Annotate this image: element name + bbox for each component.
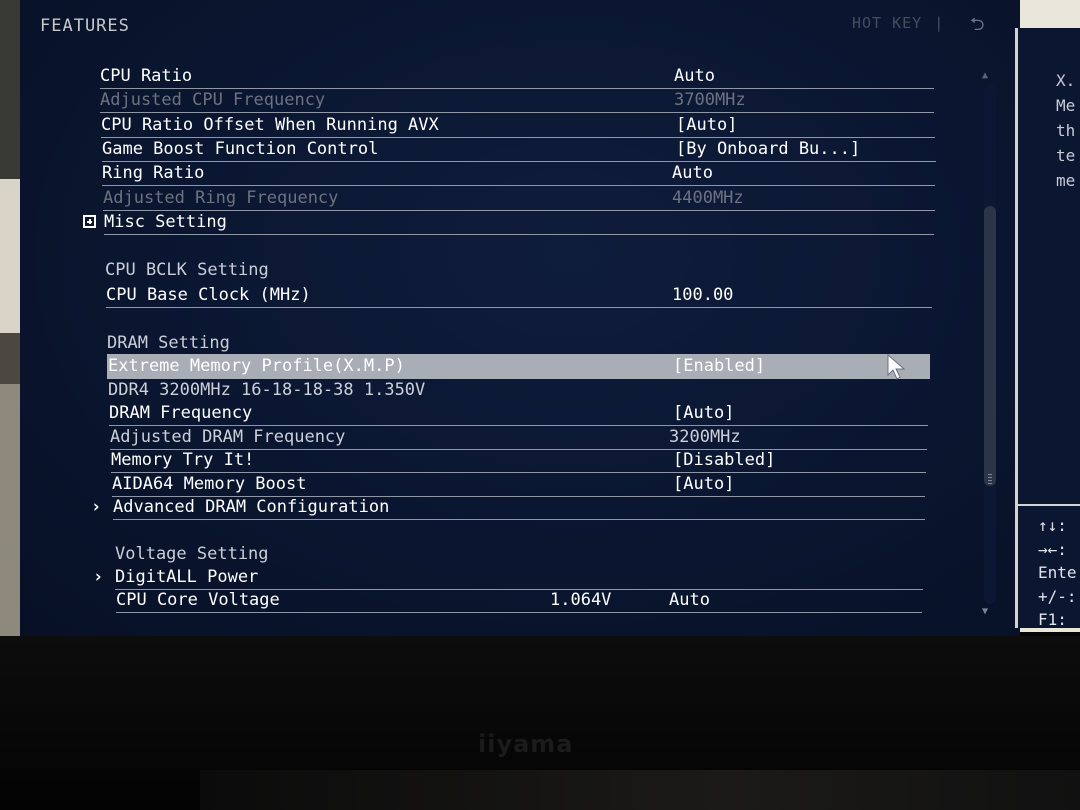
help-line: te <box>1056 146 1076 165</box>
setting-label: Ring Ratio <box>102 163 205 183</box>
setting-adjusted-dram-frequency: Adjusted DRAM Frequency 3200MHz <box>110 425 927 450</box>
undo-arrow-icon[interactable]: ⮌ <box>970 12 984 42</box>
help-line: th <box>1056 121 1076 140</box>
setting-label: CPU Core Voltage <box>116 590 280 610</box>
setting-value: [Auto] <box>673 403 735 423</box>
help-line: Me <box>1056 96 1076 115</box>
setting-cpu-ratio[interactable]: CPU Ratio Auto <box>100 64 934 89</box>
setting-adjusted-ring-frequency: Adjusted Ring Frequency 4400MHz <box>103 186 935 211</box>
setting-xmp-selected[interactable]: Extreme Memory Profile(X.M.P) [Enabled] <box>107 354 930 379</box>
section-heading-voltage: Voltage Setting <box>115 544 269 564</box>
setting-cpu-ratio-offset-avx[interactable]: CPU Ratio Offset When Running AVX [Auto] <box>101 113 935 138</box>
hotkey-button[interactable]: HOT KEY | <box>852 14 956 32</box>
setting-aida64-memory-boost[interactable]: AIDA64 Memory Boost [Auto] <box>112 472 925 497</box>
setting-label: Memory Try It! <box>111 450 255 470</box>
chevron-right-icon: › <box>93 567 104 587</box>
setting-cpu-core-voltage[interactable]: CPU Core Voltage 1.064V Auto <box>116 588 922 613</box>
key-legend-item: F1: <box>1038 610 1067 629</box>
xmp-profile-info: DDR4 3200MHz 16-18-18-38 1.350V <box>108 378 928 402</box>
setting-label: CPU Ratio Offset When Running AVX <box>101 115 439 135</box>
setting-label: Adjusted DRAM Frequency <box>110 427 346 447</box>
setting-cpu-base-clock[interactable]: CPU Base Clock (MHz) 100.00 <box>106 283 932 308</box>
setting-dram-frequency[interactable]: DRAM Frequency [Auto] <box>109 401 928 426</box>
expand-plus-icon <box>83 215 96 228</box>
setting-ring-ratio[interactable]: Ring Ratio Auto <box>102 161 935 186</box>
info-text: DDR4 3200MHz 16-18-18-38 1.350V <box>108 380 426 400</box>
section-heading-dram: DRAM Setting <box>107 333 230 353</box>
setting-value: [Auto] <box>676 115 738 135</box>
setting-label: Adjusted Ring Frequency <box>103 188 339 208</box>
key-legend-item: Ente <box>1038 563 1077 582</box>
section-heading-bclk: CPU BCLK Setting <box>105 260 269 280</box>
setting-value: 100.00 <box>672 285 734 305</box>
chevron-right-icon: › <box>91 497 102 517</box>
submenu-label: DigitALL Power <box>115 567 259 587</box>
setting-label: Extreme Memory Profile(X.M.P) <box>108 356 405 376</box>
divider <box>1018 504 1080 506</box>
submenu-digitall-power[interactable]: › DigitALL Power <box>93 565 923 590</box>
help-panel: X. Me th te me ↑↓: →←: Ente +/-: F1: <box>1015 28 1080 629</box>
setting-label: Adjusted CPU Frequency <box>100 90 326 110</box>
submenu-advanced-dram[interactable]: › Advanced DRAM Configuration <box>91 495 925 520</box>
setting-label: CPU Ratio <box>100 66 193 86</box>
background-left-edge <box>0 0 22 640</box>
bios-screen: FEATURES HOT KEY | ⮌ CPU Ratio Auto Adjus… <box>20 0 1020 636</box>
scroll-down-arrow-icon[interactable]: ▼ <box>982 606 988 617</box>
setting-value: 3200MHz <box>669 427 741 447</box>
setting-value: 3700MHz <box>674 90 746 110</box>
grip-icon <box>988 474 992 486</box>
setting-value: [Auto] <box>673 474 735 494</box>
submenu-label: Advanced DRAM Configuration <box>113 497 390 517</box>
help-line: me <box>1056 171 1076 190</box>
hotkey-label: HOT KEY <box>852 14 923 32</box>
hotkey-separator: | <box>934 14 945 32</box>
monitor-brand-logo: iiyama <box>478 730 574 758</box>
submenu-misc-setting[interactable]: Misc Setting <box>83 210 934 235</box>
page-title: FEATURES <box>40 16 130 36</box>
scrollbar[interactable]: ▲ ▼ <box>982 70 998 620</box>
scroll-thumb[interactable] <box>984 206 996 486</box>
help-description: X. Me th te me <box>1056 68 1075 193</box>
setting-value: Auto <box>669 590 710 610</box>
setting-value: Auto <box>674 66 715 86</box>
setting-memory-try-it[interactable]: Memory Try It! [Disabled] <box>111 448 926 473</box>
key-legend-item: ↑↓: <box>1038 516 1067 535</box>
key-legend-item: +/-: <box>1038 586 1077 606</box>
setting-label: AIDA64 Memory Boost <box>112 474 307 494</box>
setting-value: [By Onboard Bu...] <box>676 139 861 159</box>
submenu-label: Misc Setting <box>104 212 227 232</box>
help-line: X. <box>1056 71 1076 90</box>
desk-surface <box>200 770 1080 810</box>
current-voltage: 1.064V <box>550 590 612 610</box>
setting-label: Game Boost Function Control <box>102 139 379 159</box>
setting-game-boost[interactable]: Game Boost Function Control [By Onboard … <box>102 137 936 162</box>
setting-label: DRAM Frequency <box>109 403 253 423</box>
setting-value: [Disabled] <box>673 450 776 470</box>
key-legend: ↑↓: →←: Ente +/-: F1: <box>1038 514 1077 632</box>
setting-adjusted-cpu-frequency: Adjusted CPU Frequency 3700MHz <box>100 88 934 113</box>
setting-value: Auto <box>672 163 713 183</box>
setting-value: [Enabled] <box>673 356 766 376</box>
setting-value: 4400MHz <box>672 188 744 208</box>
key-legend-item: →←: <box>1038 539 1067 559</box>
scroll-up-arrow-icon[interactable]: ▲ <box>982 70 988 81</box>
setting-label: CPU Base Clock (MHz) <box>106 285 311 305</box>
